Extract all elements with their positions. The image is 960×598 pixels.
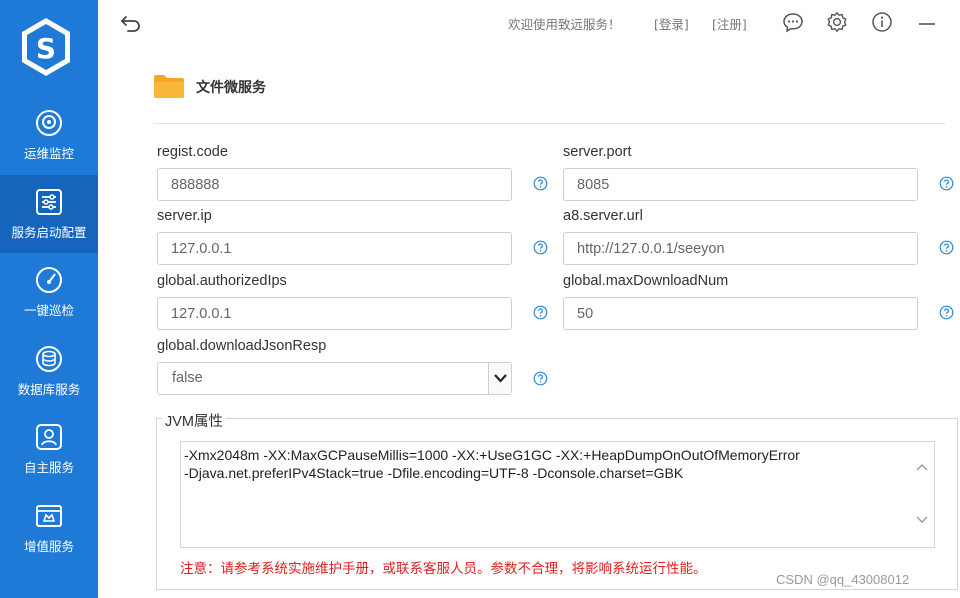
sidebar-item-label: 服务启动配置: [11, 225, 87, 240]
sidebar-item-startup-config[interactable]: 服务启动配置: [0, 175, 98, 253]
download-json-resp-select[interactable]: false: [157, 362, 512, 395]
authorized-ips-label: global.authorizedIps: [157, 273, 287, 289]
sidebar: S 运维监控 服务启动配置 一键巡检 数据库服务 自主服务 增值服务: [0, 0, 98, 598]
sidebar-item-label: 数据库服务: [17, 382, 81, 397]
monitor-icon: [36, 110, 62, 136]
sidebar-item-label: 一键巡检: [23, 303, 74, 318]
warning-text: 注意：请参考系统实施维护手册，或联系客服人员。参数不合理，将影响系统运行性能。: [180, 561, 707, 577]
help-icon[interactable]: [939, 305, 954, 320]
server-port-input[interactable]: [563, 168, 918, 201]
register-link[interactable]: [注册]: [712, 14, 747, 33]
max-download-num-input[interactable]: [563, 297, 918, 330]
help-icon[interactable]: [533, 371, 548, 386]
minimize-icon[interactable]: [916, 11, 938, 33]
chevron-down-icon: [494, 374, 507, 383]
login-link[interactable]: [登录]: [654, 14, 689, 33]
sidebar-item-label: 自主服务: [23, 460, 74, 475]
value-added-icon: [36, 505, 62, 527]
a8-server-url-label: a8.server.url: [563, 208, 643, 224]
help-icon[interactable]: [533, 305, 548, 320]
sidebar-item-value-added[interactable]: 增值服务: [0, 489, 98, 567]
scrollbar[interactable]: [910, 442, 934, 547]
sidebar-item-label: 运维监控: [23, 146, 74, 161]
divider: [153, 123, 945, 124]
settings-icon[interactable]: [826, 11, 848, 33]
jvm-textarea[interactable]: -Xmx2048m -XX:MaxGCPauseMillis=1000 -XX:…: [180, 441, 935, 548]
regist-code-label: regist.code: [157, 144, 228, 160]
select-value: false: [172, 370, 203, 386]
sidebar-item-label: 增值服务: [23, 539, 74, 554]
help-icon[interactable]: [939, 176, 954, 191]
regist-code-input[interactable]: [157, 168, 512, 201]
server-ip-label: server.ip: [157, 208, 212, 224]
jvm-legend: JVM属性: [162, 410, 226, 431]
help-icon[interactable]: [533, 176, 548, 191]
download-json-resp-label: global.downloadJsonResp: [157, 338, 327, 354]
select-arrow[interactable]: [488, 363, 511, 394]
sidebar-item-inspection[interactable]: 一键巡检: [0, 253, 98, 331]
svg-text:S: S: [36, 32, 56, 65]
sidebar-item-monitoring[interactable]: 运维监控: [0, 96, 98, 174]
self-service-icon: [36, 424, 62, 450]
chat-icon[interactable]: [782, 11, 804, 33]
server-ip-input[interactable]: [157, 232, 512, 265]
welcome-text: 欢迎使用致远服务！: [508, 17, 621, 32]
watermark: CSDN @qq_43008012: [776, 572, 910, 587]
section-title: 文件微服务: [196, 80, 266, 96]
help-icon[interactable]: [533, 240, 548, 255]
a8-server-url-input[interactable]: [563, 232, 918, 265]
sidebar-item-self-service[interactable]: 自主服务: [0, 410, 98, 488]
max-download-num-label: global.maxDownloadNum: [563, 273, 729, 289]
config-icon: [36, 189, 62, 215]
back-icon[interactable]: [120, 13, 142, 33]
sidebar-item-database[interactable]: 数据库服务: [0, 332, 98, 410]
info-icon[interactable]: [871, 11, 893, 33]
app-logo: S: [22, 18, 70, 76]
help-icon[interactable]: [939, 240, 954, 255]
folder-icon: [154, 75, 184, 98]
scroll-arrows: [916, 464, 928, 523]
jvm-text: -Xmx2048m -XX:MaxGCPauseMillis=1000 -XX:…: [184, 447, 800, 481]
database-icon: [36, 346, 62, 372]
gauge-icon: [36, 267, 62, 293]
authorized-ips-input[interactable]: [157, 297, 512, 330]
server-port-label: server.port: [563, 144, 632, 160]
